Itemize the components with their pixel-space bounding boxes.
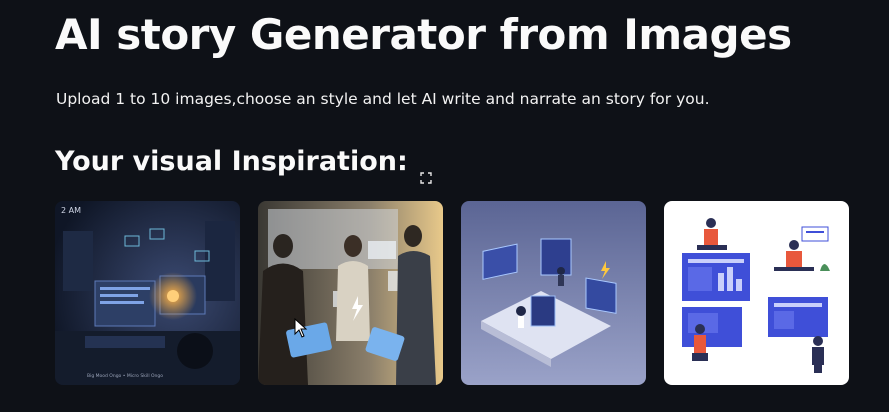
gallery-image-1[interactable]: 2 AM Big Mood Ongo • Micro Skill Ongo [55,201,240,385]
isometric-office-illustration [461,201,646,385]
fullscreen-icon[interactable] [420,172,432,184]
gallery-heading: Your visual Inspiration: [55,146,408,177]
night-workspace-illustration [55,201,240,385]
team-meeting-photo [258,201,443,385]
image-caption-top: 2 AM [61,206,82,215]
mouse-cursor-icon [294,318,308,338]
flat-team-illustration [664,201,849,385]
gallery-image-4[interactable] [664,201,849,385]
image-caption-bottom: Big Mood Ongo • Micro Skill Ongo [87,374,164,379]
gallery-image-2[interactable] [258,201,443,385]
page-description: Upload 1 to 10 images,choose an style an… [56,90,710,108]
page-title: AI story Generator from Images [55,10,792,59]
gallery-image-3[interactable] [461,201,646,385]
